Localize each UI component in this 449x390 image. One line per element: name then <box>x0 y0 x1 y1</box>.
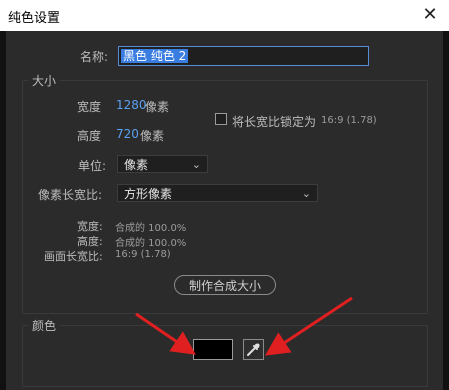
annotation-arrows <box>135 296 353 356</box>
annotation-arrow-left <box>135 312 196 355</box>
annotation-arrow-right <box>264 296 353 356</box>
